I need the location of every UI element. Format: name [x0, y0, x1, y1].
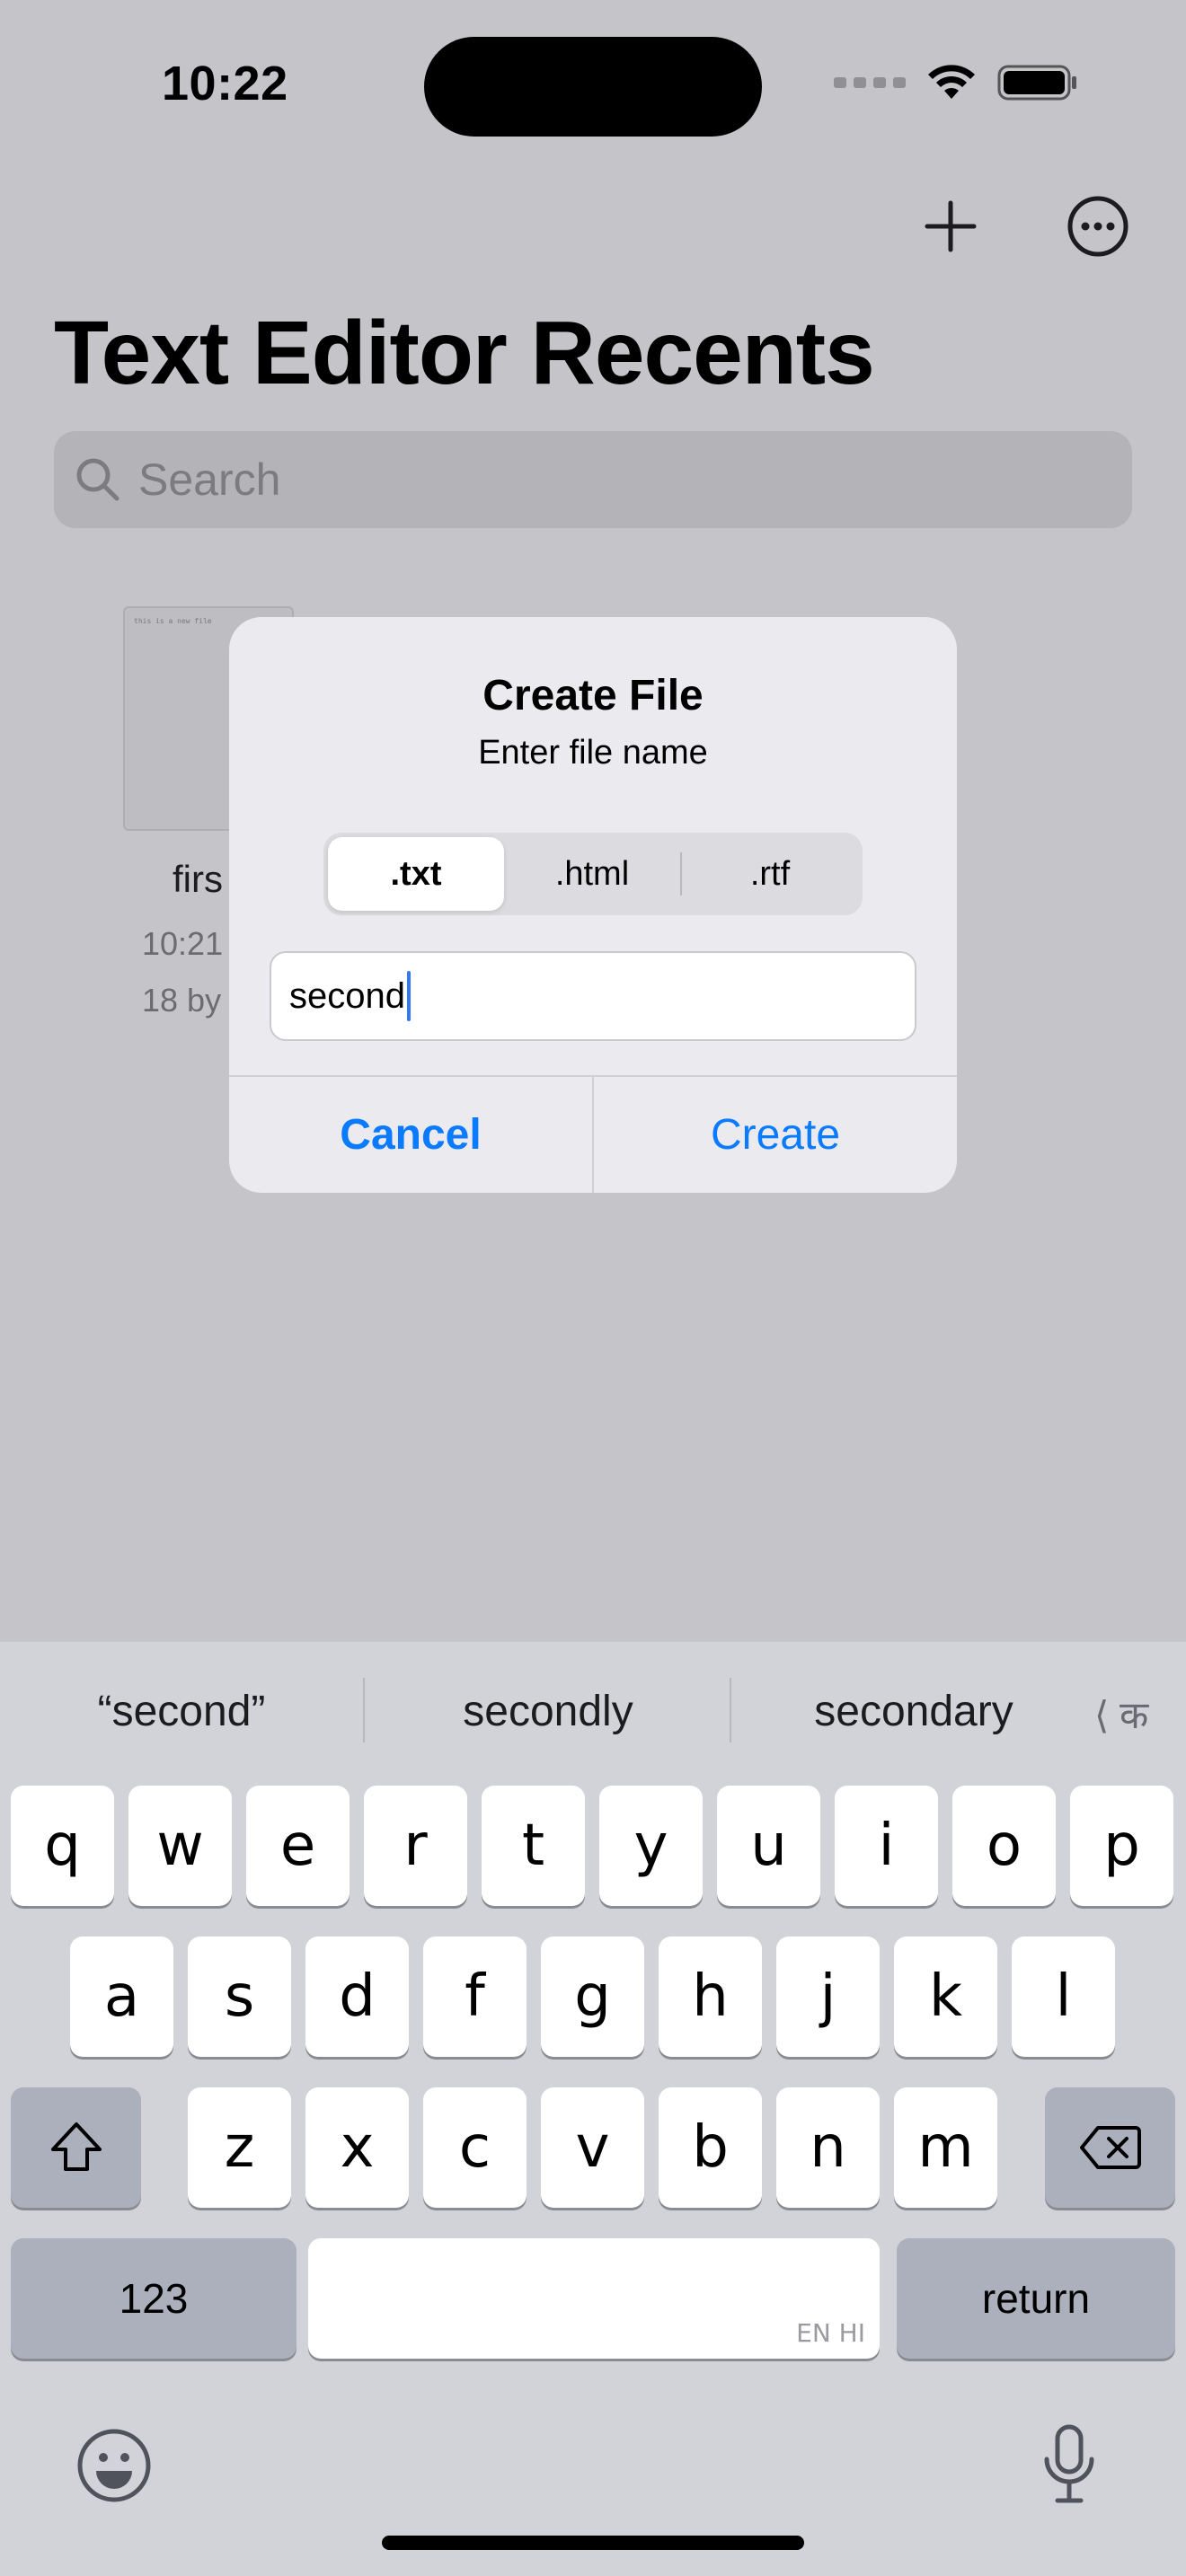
emoji-button[interactable]: [74, 2425, 155, 2506]
dialog-title: Create File: [482, 672, 704, 719]
segment-rtf[interactable]: .rtf: [682, 837, 858, 911]
key-u[interactable]: u: [717, 1786, 820, 1906]
cancel-button[interactable]: Cancel: [229, 1077, 592, 1193]
file-time: 10:21: [142, 925, 224, 962]
numbers-key[interactable]: 123: [11, 2238, 296, 2359]
key-k[interactable]: k: [894, 1936, 997, 2057]
key-x[interactable]: x: [305, 2087, 409, 2208]
key-l[interactable]: l: [1012, 1936, 1115, 2057]
wifi-icon: [928, 65, 975, 99]
shift-icon: [50, 2122, 102, 2171]
cellular-signal-icon: [834, 77, 906, 88]
file-size: 18 by: [142, 982, 222, 1019]
space-language-label: EN HI: [796, 2318, 865, 2348]
search-field[interactable]: Search: [54, 431, 1132, 528]
key-r[interactable]: r: [364, 1786, 467, 1906]
key-a[interactable]: a: [70, 1936, 173, 2057]
segment-txt[interactable]: .txt: [328, 837, 504, 911]
key-s[interactable]: s: [188, 1936, 291, 2057]
search-placeholder: Search: [138, 454, 281, 505]
key-e[interactable]: e: [246, 1786, 350, 1906]
battery-icon: [997, 65, 1076, 101]
suggestion-divider: [363, 1678, 365, 1742]
suggestion-divider: [730, 1678, 731, 1742]
add-button[interactable]: [913, 189, 988, 264]
key-i[interactable]: i: [835, 1786, 938, 1906]
create-button[interactable]: Create: [594, 1077, 957, 1193]
dictation-button[interactable]: [1031, 2420, 1107, 2510]
segment-html[interactable]: .html: [504, 837, 680, 911]
key-b[interactable]: b: [659, 2087, 762, 2208]
key-n[interactable]: n: [776, 2087, 880, 2208]
search-icon: [76, 458, 119, 501]
more-button[interactable]: [1060, 189, 1136, 264]
language-suggestion[interactable]: ⟨ क: [1094, 1689, 1148, 1740]
status-icons: [834, 63, 1078, 102]
shift-key[interactable]: [11, 2087, 141, 2208]
file-preview-text: this is a new file: [134, 617, 212, 625]
key-v[interactable]: v: [541, 2087, 644, 2208]
space-key[interactable]: EN HI: [308, 2238, 880, 2359]
suggestion-2[interactable]: secondly: [368, 1687, 728, 1736]
text-caret: [406, 971, 411, 1021]
key-d[interactable]: d: [305, 1936, 409, 2057]
return-key[interactable]: return: [897, 2238, 1175, 2359]
plus-icon: [925, 200, 977, 252]
key-g[interactable]: g: [541, 1936, 644, 2057]
file-type-segmented-control[interactable]: .txt .html .rtf: [323, 833, 863, 915]
key-o[interactable]: o: [952, 1786, 1056, 1906]
key-t[interactable]: t: [482, 1786, 585, 1906]
suggestion-1[interactable]: “second”: [2, 1687, 361, 1736]
key-f[interactable]: f: [423, 1936, 527, 2057]
delete-key[interactable]: [1045, 2087, 1175, 2208]
ellipsis-circle-icon: [1067, 196, 1128, 257]
file-name-input[interactable]: second: [270, 951, 916, 1041]
key-z[interactable]: z: [188, 2087, 291, 2208]
file-name-input-value: second: [289, 975, 405, 1016]
status-time: 10:22: [162, 57, 288, 110]
key-j[interactable]: j: [776, 1936, 880, 2057]
keyboard: “second” secondly secondary ⟨ क q w e r …: [0, 1642, 1186, 2576]
home-indicator[interactable]: [382, 2536, 804, 2550]
key-q[interactable]: q: [11, 1786, 114, 1906]
suggestion-3[interactable]: secondary: [734, 1687, 1093, 1736]
dialog-buttons: Cancel Create: [229, 1075, 957, 1193]
create-file-dialog: Create File Enter file name .txt .html .…: [229, 617, 957, 1193]
microphone-icon: [1044, 2424, 1094, 2503]
key-w[interactable]: w: [128, 1786, 232, 1906]
page-title: Text Editor Recents: [54, 303, 875, 403]
emoji-icon: [77, 2429, 151, 2502]
dialog-message: Enter file name: [478, 734, 708, 772]
key-p[interactable]: p: [1070, 1786, 1173, 1906]
key-y[interactable]: y: [599, 1786, 703, 1906]
file-name: firs: [173, 858, 223, 900]
dynamic-island: [424, 37, 762, 137]
key-m[interactable]: m: [894, 2087, 997, 2208]
key-h[interactable]: h: [659, 1936, 762, 2057]
delete-backspace-icon: [1079, 2126, 1141, 2169]
key-c[interactable]: c: [423, 2087, 527, 2208]
